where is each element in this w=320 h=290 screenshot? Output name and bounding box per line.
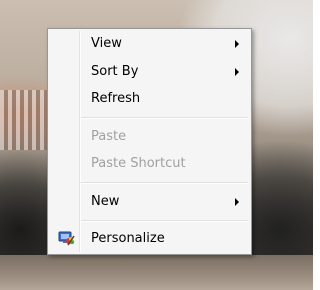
personalize-icon — [58, 231, 76, 247]
menu-item-label: Personalize — [91, 231, 165, 246]
menu-item-refresh[interactable]: Refresh — [50, 88, 249, 110]
menu-item-view[interactable]: View — [50, 33, 249, 55]
menu-item-paste-shortcut[interactable]: Paste Shortcut — [50, 153, 249, 175]
menu-item-label: Paste Shortcut — [91, 156, 186, 171]
menu-separator — [81, 117, 248, 119]
menu-item-label: New — [91, 194, 120, 209]
menu-item-new[interactable]: New — [50, 191, 249, 213]
menu-separator — [81, 220, 248, 222]
background-building — [0, 90, 50, 150]
menu-item-label: Paste — [91, 129, 127, 144]
background-ground — [0, 255, 313, 290]
menu-item-label: Sort By — [91, 64, 139, 79]
menu-item-label: View — [91, 36, 122, 51]
submenu-arrow-icon — [235, 68, 239, 76]
menu-item-label: Refresh — [91, 91, 141, 106]
menu-item-personalize[interactable]: Personalize — [50, 228, 249, 250]
submenu-arrow-icon — [235, 40, 239, 48]
submenu-arrow-icon — [235, 198, 239, 206]
desktop-context-menu: View Sort By Refresh Paste Paste Shortcu… — [47, 28, 252, 255]
menu-separator — [81, 182, 248, 184]
menu-item-sort-by[interactable]: Sort By — [50, 61, 249, 83]
menu-item-paste[interactable]: Paste — [50, 126, 249, 148]
